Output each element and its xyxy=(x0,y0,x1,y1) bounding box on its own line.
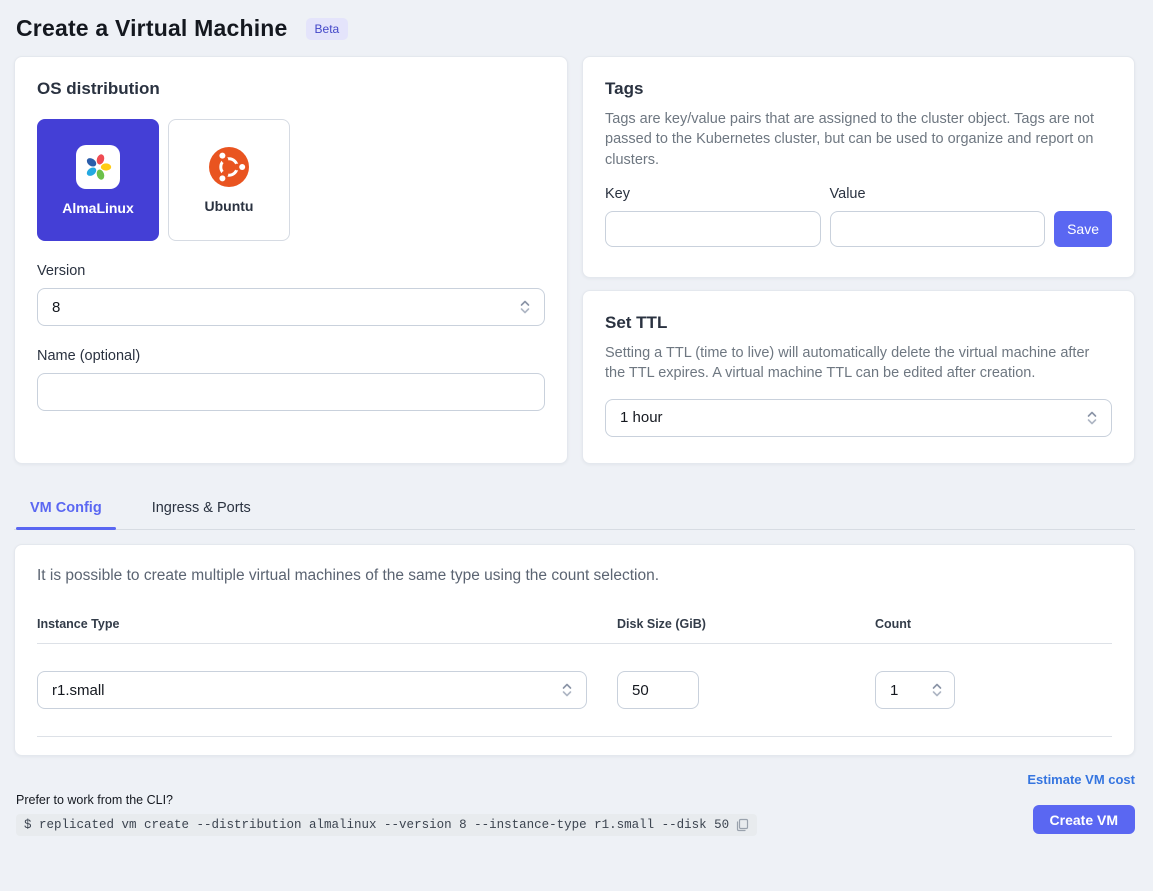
os-tile-almalinux[interactable]: AlmaLinux xyxy=(37,119,159,241)
tag-value-label: Value xyxy=(830,186,1046,202)
chevron-up-down-icon xyxy=(560,681,574,699)
os-tile-ubuntu[interactable]: Ubuntu xyxy=(168,119,290,241)
ubuntu-icon xyxy=(209,147,249,187)
tag-key-label: Key xyxy=(605,186,821,202)
save-tag-button[interactable]: Save xyxy=(1054,211,1112,247)
footer-row: Prefer to work from the CLI? $ replicate… xyxy=(0,787,1153,836)
tags-card: Tags Tags are key/value pairs that are a… xyxy=(582,56,1135,278)
ttl-heading: Set TTL xyxy=(605,313,1112,333)
version-select[interactable]: 8 xyxy=(37,288,545,326)
column-header-disk-size: Disk Size (GiB) xyxy=(617,617,875,631)
tag-value-input[interactable] xyxy=(830,211,1046,247)
tags-form: Key Value Save xyxy=(605,186,1112,247)
tabs-bar: VM Config Ingress & Ports xyxy=(14,491,1135,530)
copy-icon[interactable] xyxy=(735,818,749,832)
estimate-vm-cost-link[interactable]: Estimate VM cost xyxy=(1027,772,1135,787)
tag-key-input[interactable] xyxy=(605,211,821,247)
disk-size-input[interactable] xyxy=(617,671,699,709)
estimate-row: Estimate VM cost xyxy=(0,756,1153,787)
table-header-divider xyxy=(37,643,1112,644)
vm-config-panel: It is possible to create multiple virtua… xyxy=(14,544,1135,756)
chevron-up-down-icon xyxy=(518,298,532,316)
page-header: Create a Virtual Machine Beta xyxy=(0,0,1153,56)
chevron-up-down-icon xyxy=(1085,409,1099,427)
cli-command-pill: $ replicated vm create --distribution al… xyxy=(16,814,757,836)
version-label: Version xyxy=(37,263,545,279)
os-distribution-card: OS distribution AlmaLinux xyxy=(14,56,568,464)
stepper-up-down-icon[interactable] xyxy=(930,680,944,700)
tag-key-col: Key xyxy=(605,186,821,247)
os-tile-label-almalinux: AlmaLinux xyxy=(62,200,134,216)
tab-vm-config[interactable]: VM Config xyxy=(16,491,116,529)
ttl-description: Setting a TTL (time to live) will automa… xyxy=(605,343,1112,384)
almalinux-icon xyxy=(76,145,120,189)
top-cards-row: OS distribution AlmaLinux xyxy=(0,56,1153,464)
tag-value-col: Value xyxy=(830,186,1046,247)
ttl-card: Set TTL Setting a TTL (time to live) wil… xyxy=(582,290,1135,464)
create-vm-button[interactable]: Create VM xyxy=(1033,805,1135,834)
ttl-select-value: 1 hour xyxy=(620,409,663,426)
right-column: Tags Tags are key/value pairs that are a… xyxy=(582,56,1135,464)
beta-badge: Beta xyxy=(306,18,349,40)
instance-table-row: r1.small 1 xyxy=(37,671,1112,709)
column-header-instance-type: Instance Type xyxy=(37,617,617,631)
table-row-divider xyxy=(37,736,1112,737)
os-tile-label-ubuntu: Ubuntu xyxy=(205,198,254,214)
ttl-select[interactable]: 1 hour xyxy=(605,399,1112,437)
almalinux-logo xyxy=(85,153,111,180)
os-tiles: AlmaLinux xyxy=(37,119,545,241)
instance-table-header: Instance Type Disk Size (GiB) Count xyxy=(37,617,1112,631)
ubuntu-logo xyxy=(209,147,249,187)
version-select-value: 8 xyxy=(52,299,60,316)
column-header-count: Count xyxy=(875,617,1112,631)
cli-block: Prefer to work from the CLI? $ replicate… xyxy=(16,793,757,836)
tags-heading: Tags xyxy=(605,79,1112,99)
count-stepper[interactable]: 1 xyxy=(875,671,955,709)
count-stepper-value: 1 xyxy=(890,682,898,699)
tags-description: Tags are key/value pairs that are assign… xyxy=(605,109,1112,170)
vm-name-input[interactable] xyxy=(37,373,545,411)
vm-name-label: Name (optional) xyxy=(37,348,545,364)
instance-type-select-value: r1.small xyxy=(52,682,105,699)
tab-ingress-ports[interactable]: Ingress & Ports xyxy=(138,491,265,529)
page-title: Create a Virtual Machine xyxy=(16,15,288,42)
instance-type-select[interactable]: r1.small xyxy=(37,671,587,709)
os-distribution-heading: OS distribution xyxy=(37,79,545,99)
vm-config-intro: It is possible to create multiple virtua… xyxy=(37,567,1112,585)
cli-command-text: $ replicated vm create --distribution al… xyxy=(24,818,729,832)
cli-hint-label: Prefer to work from the CLI? xyxy=(16,793,757,807)
